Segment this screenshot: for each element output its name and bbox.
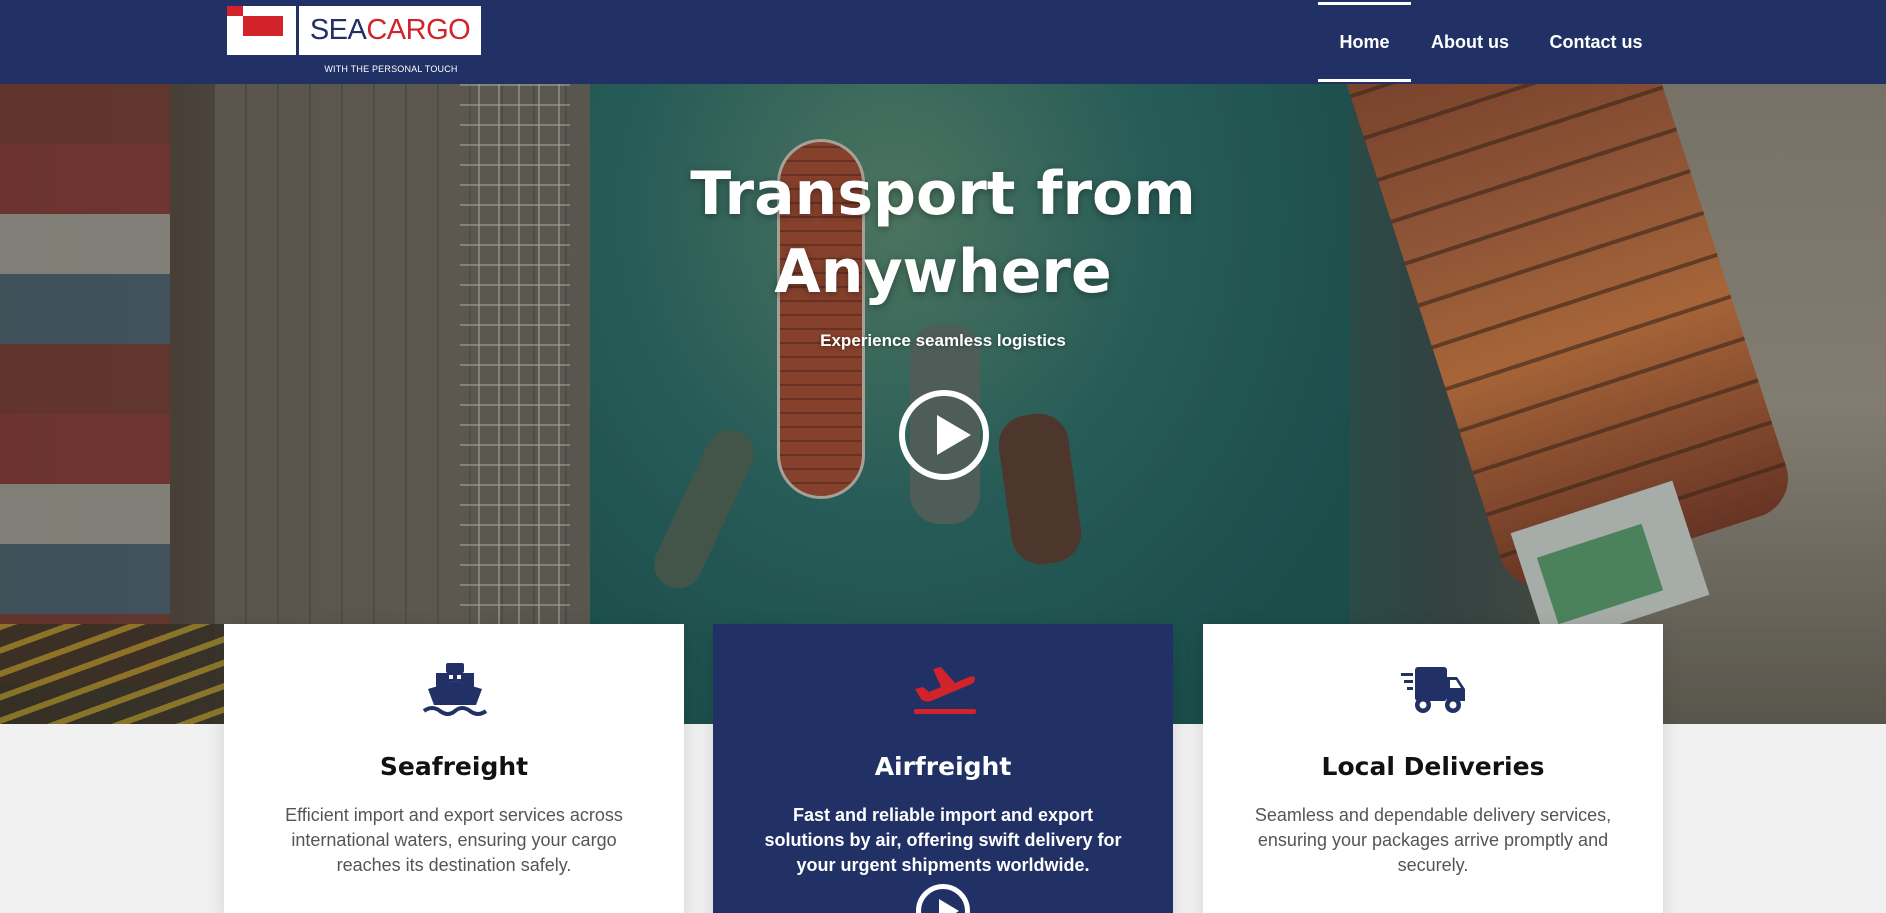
service-card-seafreight: Seafreight Efficient import and export s…	[224, 624, 684, 913]
logo-text-cargo: CARGO	[366, 14, 471, 46]
site-header: SEA CARGO WITH THE PERSONAL TOUCH Home Ab…	[0, 0, 1886, 84]
truck-icon	[1401, 667, 1465, 713]
logo-wordmark: SEA CARGO	[299, 6, 481, 55]
service-description: Efficient import and export services acr…	[285, 805, 623, 875]
service-title: Seafreight	[379, 752, 529, 781]
play-circle-icon[interactable]	[916, 884, 970, 913]
logo-text-sea: SEA	[309, 14, 367, 46]
service-title: Local Deliveries	[1321, 752, 1545, 781]
ship-icon	[422, 663, 488, 716]
hero-subtitle: Experience seamless logistics	[820, 331, 1066, 350]
logo-flag-icon	[227, 6, 299, 55]
seacargo-logo[interactable]: SEA CARGO	[227, 6, 481, 55]
service-card-local-deliveries: Local Deliveries Seamless and dependable…	[1203, 624, 1663, 913]
airplane-icon	[914, 667, 976, 714]
service-card-airfreight: Airfreight Fast and reliable import and …	[713, 624, 1173, 913]
service-description: Seamless and dependable delivery service…	[1254, 805, 1612, 875]
hero-title: Transport from Anywhere	[690, 159, 1196, 307]
nav-about-us[interactable]: About us	[1420, 0, 1520, 84]
service-title: Airfreight	[874, 752, 1012, 781]
service-description: Fast and reliable import and export solu…	[764, 805, 1122, 875]
logo-tagline: WITH THE PERSONAL TOUCH	[324, 64, 458, 74]
nav-home[interactable]: Home	[1318, 0, 1411, 84]
play-circle-icon[interactable]	[899, 390, 989, 480]
nav-contact-us[interactable]: Contact us	[1538, 0, 1654, 84]
